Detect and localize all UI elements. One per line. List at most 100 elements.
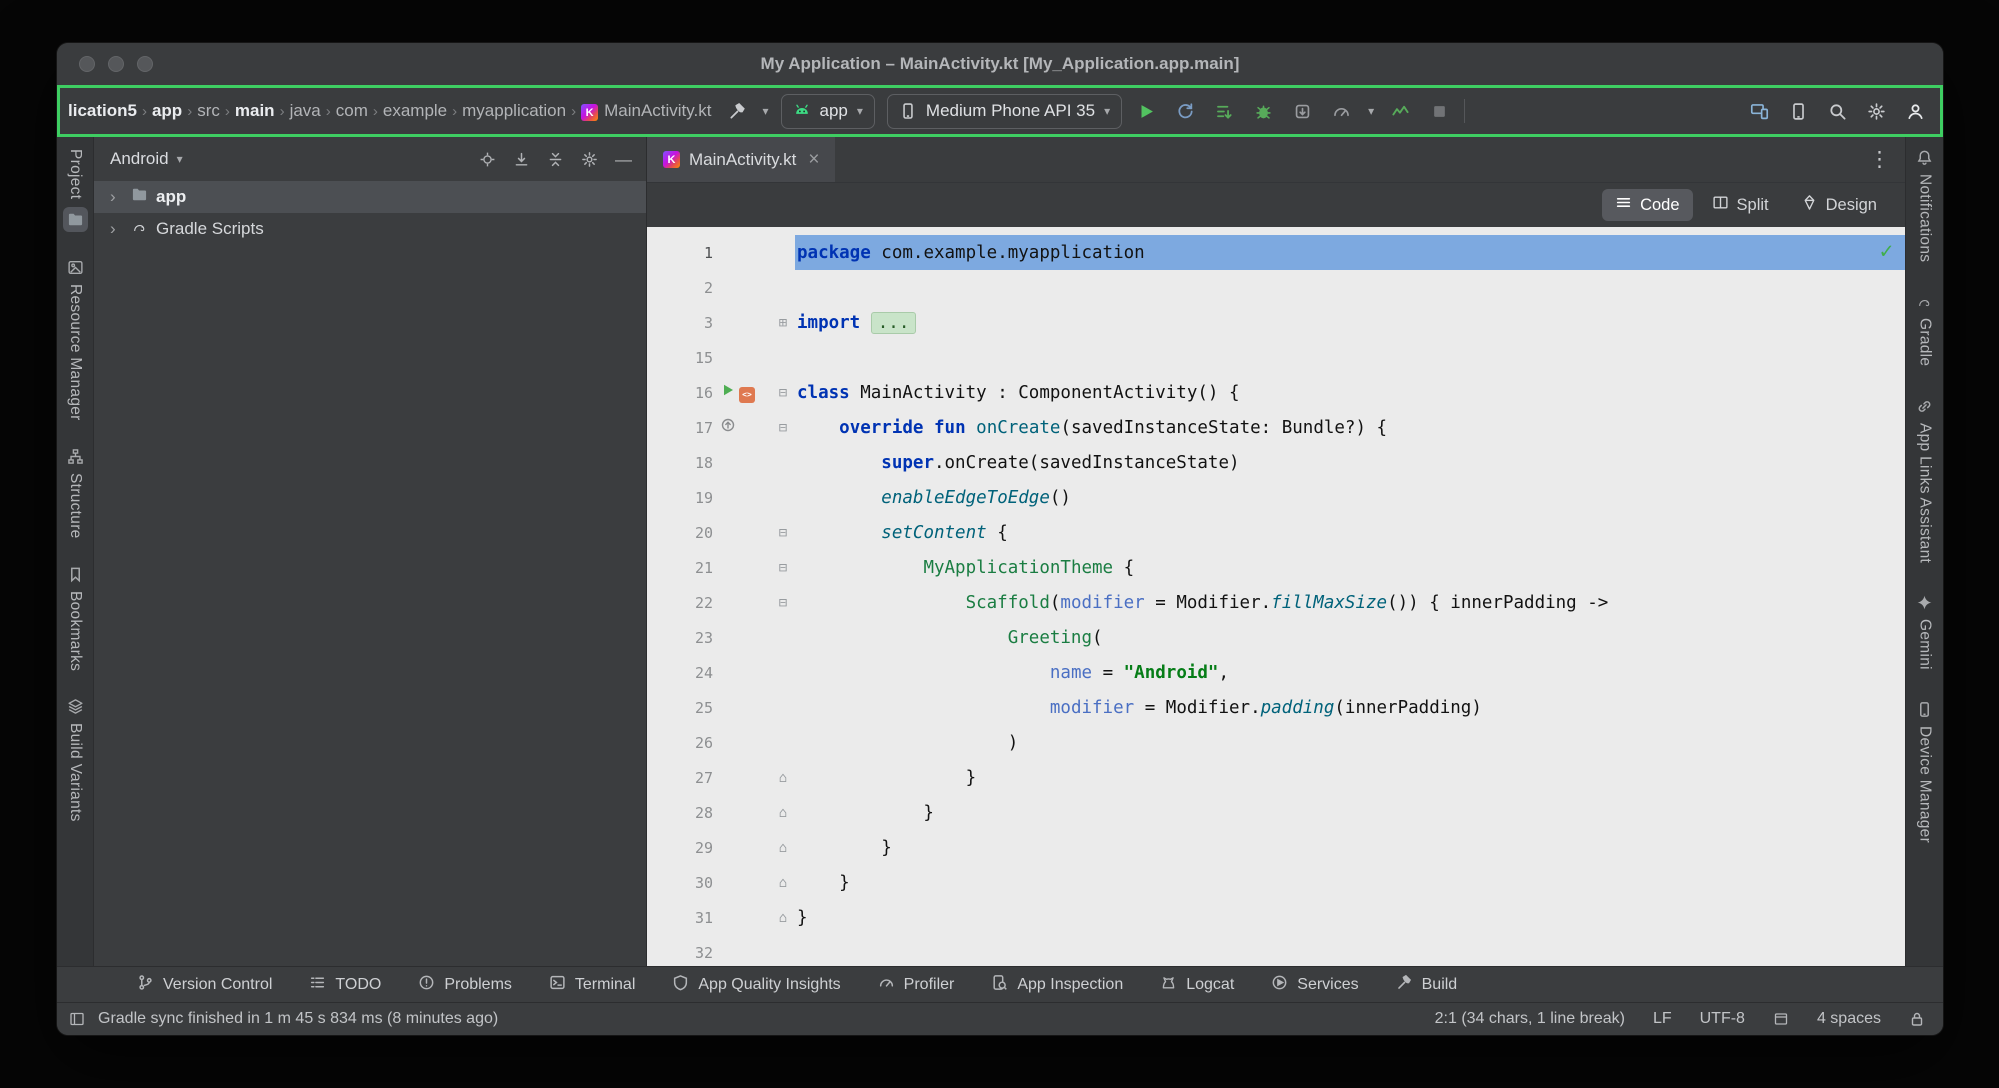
code-text[interactable]: MyApplicationTheme {	[795, 550, 1905, 585]
breadcrumb-item-com[interactable]: com	[334, 101, 370, 121]
line-number[interactable]: 3	[647, 314, 713, 332]
rerun-button[interactable]	[1173, 99, 1198, 124]
tool-stripe-notifications[interactable]: Notifications	[1916, 149, 1934, 262]
code-text[interactable]	[795, 270, 1905, 305]
breadcrumb-item-main[interactable]: main	[233, 101, 277, 121]
line-number[interactable]: 15	[647, 349, 713, 367]
close-window-button[interactable]	[79, 56, 95, 72]
line-number[interactable]: 2	[647, 279, 713, 297]
collapse-all-icon[interactable]	[547, 151, 564, 168]
caret-position[interactable]: 2:1 (34 chars, 1 line break)	[1435, 1010, 1625, 1028]
tool-window-button-services[interactable]: Services	[1271, 974, 1358, 996]
line-number[interactable]: 28	[647, 804, 713, 822]
tool-window-button-app-quality-insights[interactable]: App Quality Insights	[672, 974, 840, 996]
code-text[interactable]: override fun onCreate(savedInstanceState…	[795, 410, 1905, 445]
tool-stripe-gemini[interactable]: Gemini	[1916, 594, 1934, 670]
tool-stripe-resource-manager[interactable]: Resource Manager	[66, 259, 84, 421]
override-icon[interactable]	[720, 417, 736, 438]
tool-window-button-terminal[interactable]: Terminal	[549, 974, 635, 996]
line-number[interactable]: 26	[647, 734, 713, 752]
code-text[interactable]: enableEdgeToEdge()	[795, 480, 1905, 515]
run-configuration-select[interactable]: app ▾	[781, 94, 875, 129]
tool-stripe-project[interactable]: Project	[63, 149, 88, 232]
fold-marker[interactable]: ⊟	[771, 525, 795, 541]
tab-mainactivity[interactable]: K MainActivity.kt ×	[647, 137, 835, 182]
tool-stripe-bookmarks[interactable]: Bookmarks	[66, 566, 84, 671]
breadcrumb-item-mainactivity-kt[interactable]: KMainActivity.kt	[579, 101, 713, 122]
settings-gear-button[interactable]	[1864, 99, 1889, 124]
status-widget-icon[interactable]	[1773, 1011, 1789, 1027]
tool-stripe-structure[interactable]: Structure	[66, 448, 84, 539]
project-view-select[interactable]: Android	[110, 149, 169, 169]
breadcrumb-item-app[interactable]: app	[150, 101, 184, 121]
locate-icon[interactable]	[479, 151, 496, 168]
editor-mode-split[interactable]: Split	[1699, 189, 1782, 221]
gear-icon[interactable]	[581, 151, 598, 168]
code-text[interactable]: import ...	[795, 305, 1905, 340]
breadcrumb-item-src[interactable]: src	[195, 101, 222, 121]
file-encoding[interactable]: UTF-8	[1700, 1010, 1745, 1028]
code-text[interactable]: class MainActivity : ComponentActivity()…	[795, 375, 1905, 410]
tree-item-gradle-scripts[interactable]: ›Gradle Scripts	[94, 213, 646, 245]
breadcrumb-item-example[interactable]: example	[381, 101, 449, 121]
compose-icon[interactable]: <>	[739, 382, 755, 403]
line-number[interactable]: 18	[647, 454, 713, 472]
minimize-window-button[interactable]	[108, 56, 124, 72]
chevron-down-icon[interactable]: ▾	[762, 104, 768, 118]
account-button[interactable]	[1903, 99, 1928, 124]
breadcrumb-item-java[interactable]: java	[288, 101, 323, 121]
line-number[interactable]: 21	[647, 559, 713, 577]
close-icon[interactable]: ×	[808, 149, 819, 171]
window-layout-icon[interactable]	[69, 1011, 85, 1027]
line-number[interactable]: 32	[647, 944, 713, 962]
tool-window-button-problems[interactable]: Problems	[418, 974, 512, 996]
line-number[interactable]: 24	[647, 664, 713, 682]
line-separator[interactable]: LF	[1653, 1010, 1672, 1028]
hide-panel-icon[interactable]: —	[615, 151, 632, 168]
run-gutter-icon[interactable]	[720, 382, 736, 403]
device-select[interactable]: Medium Phone API 35 ▾	[887, 94, 1122, 129]
tool-stripe-build-variants[interactable]: Build Variants	[66, 698, 84, 822]
line-number[interactable]: 22	[647, 594, 713, 612]
line-number[interactable]: 20	[647, 524, 713, 542]
editor-mode-code[interactable]: Code	[1602, 189, 1692, 221]
run-button[interactable]	[1134, 99, 1159, 124]
code-text[interactable]: super.onCreate(savedInstanceState)	[795, 445, 1905, 480]
zoom-window-button[interactable]	[137, 56, 153, 72]
tool-window-button-todo[interactable]: TODO	[309, 974, 381, 996]
tool-stripe-app-links-assistant[interactable]: App Links Assistant	[1916, 398, 1934, 563]
apply-changes-button[interactable]	[1212, 99, 1237, 124]
fold-marker[interactable]: ⌂	[771, 770, 795, 786]
editor-mode-design[interactable]: Design	[1788, 189, 1890, 221]
line-number[interactable]: 16	[647, 384, 713, 402]
line-number[interactable]: 30	[647, 874, 713, 892]
code-text[interactable]	[795, 340, 1905, 375]
code-text[interactable]: }	[795, 900, 1905, 935]
expand-all-icon[interactable]	[513, 151, 530, 168]
line-number[interactable]: 1	[647, 244, 713, 262]
code-text[interactable]: }	[795, 865, 1905, 900]
code-text[interactable]: setContent {	[795, 515, 1905, 550]
tool-window-button-profiler[interactable]: Profiler	[878, 974, 955, 996]
fold-marker[interactable]: ⌂	[771, 875, 795, 891]
attach-debugger-button[interactable]	[1290, 99, 1315, 124]
code-text[interactable]: }	[795, 760, 1905, 795]
fold-marker[interactable]: ⌂	[771, 805, 795, 821]
more-options-icon[interactable]: ⋮	[1869, 147, 1905, 172]
line-number[interactable]: 23	[647, 629, 713, 647]
stop-button[interactable]	[1427, 99, 1452, 124]
code-text[interactable]: name = "Android",	[795, 655, 1905, 690]
fold-marker[interactable]: ⊟	[771, 420, 795, 436]
code-text[interactable]	[795, 935, 1905, 966]
running-devices-button[interactable]	[1786, 99, 1811, 124]
debug-button[interactable]	[1251, 99, 1276, 124]
line-number[interactable]: 17	[647, 419, 713, 437]
fold-marker[interactable]: ⊟	[771, 595, 795, 611]
breadcrumb-item-myapplication[interactable]: myapplication	[460, 101, 568, 121]
indent-setting[interactable]: 4 spaces	[1817, 1010, 1881, 1028]
code-text[interactable]: )	[795, 725, 1905, 760]
code-text[interactable]: }	[795, 795, 1905, 830]
profiler-button[interactable]	[1388, 99, 1413, 124]
breadcrumb-item-lication5[interactable]: lication5	[66, 101, 139, 121]
line-number[interactable]: 19	[647, 489, 713, 507]
